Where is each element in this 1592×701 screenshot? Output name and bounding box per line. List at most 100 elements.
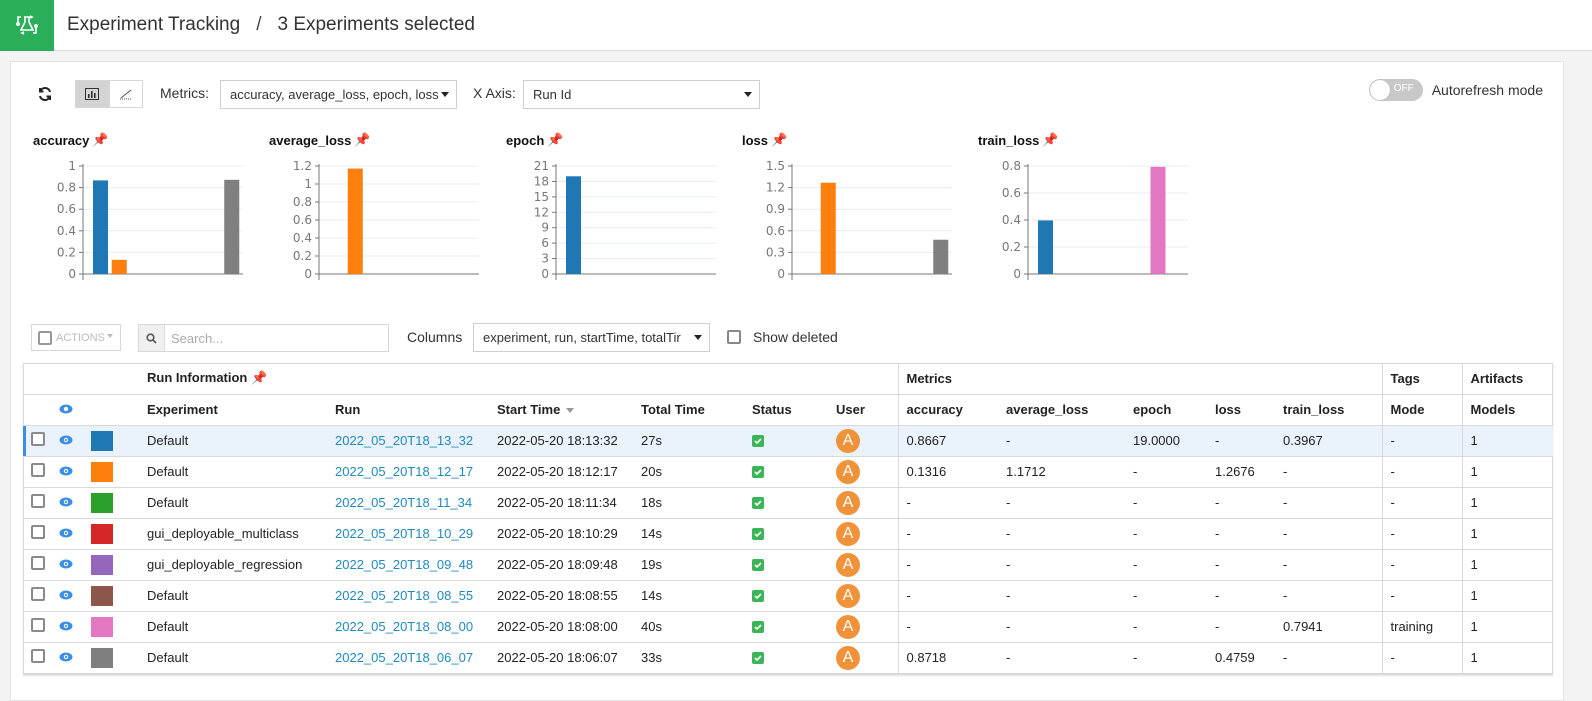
- table-row[interactable]: gui_deployable_multiclass 2022_05_20T18_…: [23, 518, 1553, 549]
- user-avatar[interactable]: A: [836, 428, 860, 453]
- run-color-swatch[interactable]: [91, 492, 113, 513]
- autorefresh-control: OFF Autorefresh mode: [1368, 79, 1543, 101]
- user-avatar[interactable]: A: [836, 552, 860, 577]
- cell-experiment: Default: [147, 464, 189, 479]
- xaxis-select-value: Run Id: [533, 87, 572, 102]
- visibility-header[interactable]: [51, 394, 83, 425]
- eye-icon[interactable]: [59, 652, 73, 662]
- eye-icon[interactable]: [59, 435, 73, 445]
- select-all-checkbox[interactable]: [38, 330, 52, 345]
- run-link[interactable]: 2022_05_20T18_08_55: [335, 588, 473, 603]
- row-checkbox[interactable]: [31, 618, 45, 632]
- run-color-swatch[interactable]: [91, 554, 113, 575]
- refresh-icon: [39, 86, 51, 102]
- user-avatar[interactable]: A: [836, 521, 860, 546]
- row-checkbox[interactable]: [31, 525, 45, 539]
- col-run[interactable]: Run: [327, 394, 489, 425]
- cell-accuracy: 0.8667: [897, 425, 998, 456]
- pin-icon[interactable]: 📌: [354, 132, 370, 148]
- bar-chart-view-button[interactable]: [75, 80, 109, 108]
- run-link[interactable]: 2022_05_20T18_11_34: [335, 495, 472, 510]
- table-row[interactable]: Default 2022_05_20T18_08_55 2022-05-20 1…: [23, 580, 1553, 611]
- run-color-swatch[interactable]: [91, 523, 113, 544]
- table-row[interactable]: Default 2022_05_20T18_12_17 2022-05-20 1…: [23, 456, 1553, 487]
- row-checkbox[interactable]: [31, 432, 45, 446]
- run-link[interactable]: 2022_05_20T18_06_07: [335, 650, 473, 665]
- table-row[interactable]: Default 2022_05_20T18_11_34 2022-05-20 1…: [23, 487, 1553, 518]
- y-tick-label: 21: [534, 159, 549, 173]
- eye-icon[interactable]: [59, 528, 73, 538]
- table-row[interactable]: Default 2022_05_20T18_06_07 2022-05-20 1…: [23, 642, 1553, 673]
- columns-select[interactable]: experiment, run, startTime, totalTir: [473, 323, 710, 352]
- cell-mode: -: [1381, 580, 1462, 611]
- run-color-swatch[interactable]: [91, 647, 113, 668]
- col-experiment[interactable]: Experiment: [139, 394, 327, 425]
- y-tick-label: 0.2: [293, 249, 312, 263]
- user-avatar[interactable]: A: [836, 583, 860, 608]
- table-row[interactable]: Default 2022_05_20T18_08_00 2022-05-20 1…: [23, 611, 1553, 642]
- show-deleted-checkbox[interactable]: [727, 330, 741, 344]
- y-tick-label: 0.6: [293, 213, 312, 227]
- col-models[interactable]: Models: [1461, 394, 1553, 425]
- xaxis-select[interactable]: Run Id: [523, 80, 760, 109]
- run-color-swatch[interactable]: [91, 585, 113, 606]
- col-average-loss[interactable]: average_loss: [998, 394, 1125, 425]
- refresh-button[interactable]: [37, 86, 53, 102]
- chart-loss: loss 📌 0 0.3 0.6 0.9 1.2 1.5: [720, 128, 956, 288]
- pin-icon[interactable]: 📌: [251, 370, 267, 385]
- autorefresh-toggle[interactable]: OFF: [1368, 79, 1423, 101]
- eye-icon[interactable]: [59, 590, 73, 600]
- user-avatar[interactable]: A: [836, 490, 860, 515]
- col-user[interactable]: User: [828, 394, 898, 425]
- pin-icon[interactable]: 📌: [92, 132, 108, 148]
- pin-icon[interactable]: 📌: [547, 132, 563, 148]
- app-logo[interactable]: [0, 0, 54, 51]
- run-link[interactable]: 2022_05_20T18_10_29: [335, 526, 473, 541]
- cell-models: 1: [1461, 642, 1553, 673]
- show-deleted-toggle[interactable]: Show deleted: [727, 329, 838, 345]
- run-color-swatch[interactable]: [91, 430, 113, 451]
- cell-loss: 1.2676: [1215, 464, 1255, 479]
- run-color-swatch[interactable]: [91, 461, 113, 482]
- cell-total-time: 19s: [641, 557, 662, 572]
- eye-icon[interactable]: [59, 466, 73, 476]
- col-loss[interactable]: loss: [1207, 394, 1275, 425]
- eye-icon[interactable]: [59, 559, 73, 569]
- table-row[interactable]: gui_deployable_regression 2022_05_20T18_…: [23, 549, 1553, 580]
- bar-2022_05_20T18_06_07: [933, 239, 949, 274]
- eye-icon[interactable]: [59, 621, 73, 631]
- col-epoch[interactable]: epoch: [1125, 394, 1207, 425]
- run-link[interactable]: 2022_05_20T18_08_00: [335, 619, 473, 634]
- run-link[interactable]: 2022_05_20T18_09_48: [335, 557, 473, 572]
- row-checkbox[interactable]: [31, 556, 45, 570]
- y-tick-label: 0.8: [57, 181, 76, 195]
- eye-icon[interactable]: [59, 497, 73, 507]
- search-input[interactable]: [165, 325, 385, 351]
- user-avatar[interactable]: A: [836, 614, 860, 639]
- pin-icon[interactable]: 📌: [771, 132, 787, 148]
- row-checkbox[interactable]: [31, 494, 45, 508]
- col-accuracy[interactable]: accuracy: [897, 394, 998, 425]
- pin-icon[interactable]: 📌: [1042, 132, 1058, 148]
- y-tick-label: 1: [304, 177, 312, 191]
- actions-dropdown[interactable]: ACTIONS: [31, 324, 121, 351]
- col-start-time[interactable]: Start Time: [489, 394, 633, 425]
- cell-total-time: 20s: [641, 464, 662, 479]
- user-avatar[interactable]: A: [836, 459, 860, 484]
- col-total-time[interactable]: Total Time: [633, 394, 744, 425]
- row-checkbox[interactable]: [31, 649, 45, 663]
- line-chart-view-button[interactable]: [109, 80, 143, 108]
- row-checkbox[interactable]: [31, 463, 45, 477]
- cell-mode: -: [1381, 518, 1462, 549]
- col-mode[interactable]: Mode: [1381, 394, 1462, 425]
- breadcrumb-root[interactable]: Experiment Tracking: [67, 14, 240, 36]
- user-avatar[interactable]: A: [836, 645, 860, 670]
- table-row[interactable]: Default 2022_05_20T18_13_32 2022-05-20 1…: [23, 425, 1553, 456]
- run-color-swatch[interactable]: [91, 616, 113, 637]
- col-train-loss[interactable]: train_loss: [1275, 394, 1382, 425]
- run-link[interactable]: 2022_05_20T18_13_32: [335, 433, 473, 448]
- col-status[interactable]: Status: [744, 394, 828, 425]
- row-checkbox[interactable]: [31, 587, 45, 601]
- run-link[interactable]: 2022_05_20T18_12_17: [335, 464, 473, 479]
- metrics-select[interactable]: accuracy, average_loss, epoch, loss: [220, 80, 457, 109]
